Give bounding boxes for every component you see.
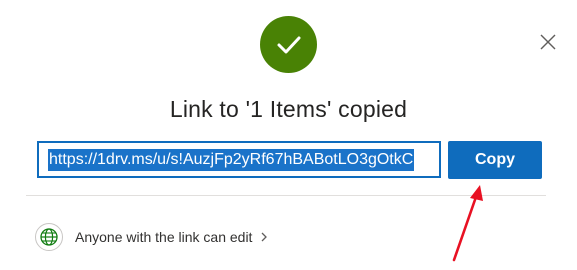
link-url-field[interactable]: https://1drv.ms/u/s!AuzjFp2yRf67hBABotLO… <box>37 141 441 178</box>
dialog-title: Link to '1 Items' copied <box>169 96 408 122</box>
globe-icon <box>40 228 58 246</box>
success-badge <box>260 16 317 73</box>
checkmark-icon <box>277 36 301 54</box>
link-url-text[interactable]: https://1drv.ms/u/s!AuzjFp2yRf67hBABotLO… <box>48 148 415 171</box>
copy-button[interactable]: Copy <box>448 141 542 179</box>
red-arrow-icon <box>452 185 483 262</box>
copy-link-dialog: Link to '1 Items' copied https://1drv.ms… <box>0 0 577 270</box>
link-permission-settings[interactable]: Anyone with the link can edit <box>35 222 268 252</box>
close-button[interactable] <box>536 30 560 54</box>
permission-label: Anyone with the link can edit <box>75 229 253 245</box>
close-icon <box>540 34 556 50</box>
chevron-right-icon <box>260 231 268 243</box>
globe-badge <box>35 223 63 251</box>
